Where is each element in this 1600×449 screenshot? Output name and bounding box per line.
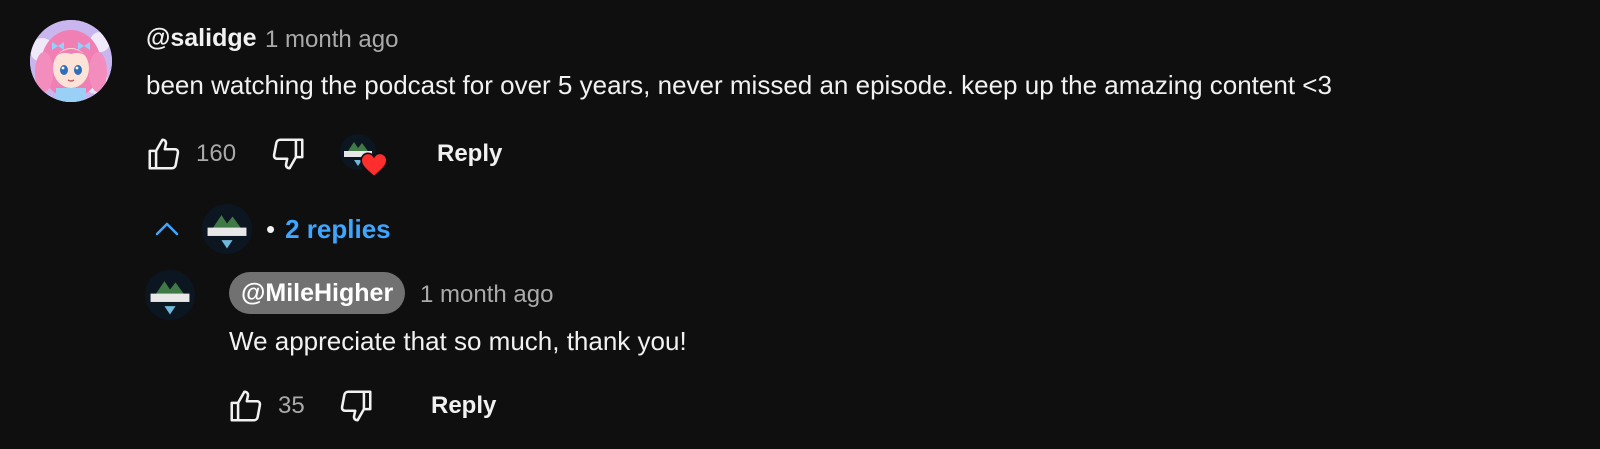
replies-toggle[interactable]: • 2 replies	[150, 198, 391, 260]
separator-dot: •	[266, 213, 276, 244]
creator-heart	[340, 134, 390, 182]
like-button[interactable]	[142, 134, 186, 174]
anime-girl-avatar-icon	[30, 20, 112, 102]
reply-text: We appreciate that so much, thank you!	[229, 326, 687, 356]
reply-author-avatar[interactable]	[145, 270, 195, 320]
reply-reply-button[interactable]: Reply	[431, 392, 496, 420]
comment-timestamp[interactable]: 1 month ago	[265, 26, 398, 54]
commenter-avatar[interactable]	[30, 20, 112, 102]
reply-like-count: 35	[278, 392, 305, 419]
chevron-up-icon	[155, 222, 179, 236]
replier-avatar-small	[202, 204, 252, 254]
dislike-button[interactable]	[266, 134, 310, 174]
thumbs-up-icon	[230, 390, 262, 422]
reply-timestamp[interactable]: 1 month ago	[420, 281, 553, 309]
comment-thread: @salidge 1 month ago been watching the p…	[0, 0, 1600, 449]
mile-higher-podcast-logo-icon	[145, 270, 195, 320]
reply-dislike-button[interactable]	[334, 386, 378, 426]
replies-count-label[interactable]: 2 replies	[285, 214, 391, 245]
comment-text: been watching the podcast for over 5 yea…	[146, 70, 1332, 100]
like-count: 160	[196, 140, 237, 167]
reply-author-badge[interactable]: @MileHigher	[229, 272, 406, 314]
thumbs-down-icon	[272, 138, 304, 170]
comment-author[interactable]: @salidge	[146, 24, 257, 53]
heart-icon	[360, 152, 388, 178]
thumbs-up-icon	[148, 138, 180, 170]
thumbs-down-icon	[340, 390, 372, 422]
mile-higher-podcast-logo-icon	[202, 204, 252, 254]
reply-like-button[interactable]	[224, 386, 268, 426]
reply-button[interactable]: Reply	[437, 140, 502, 168]
